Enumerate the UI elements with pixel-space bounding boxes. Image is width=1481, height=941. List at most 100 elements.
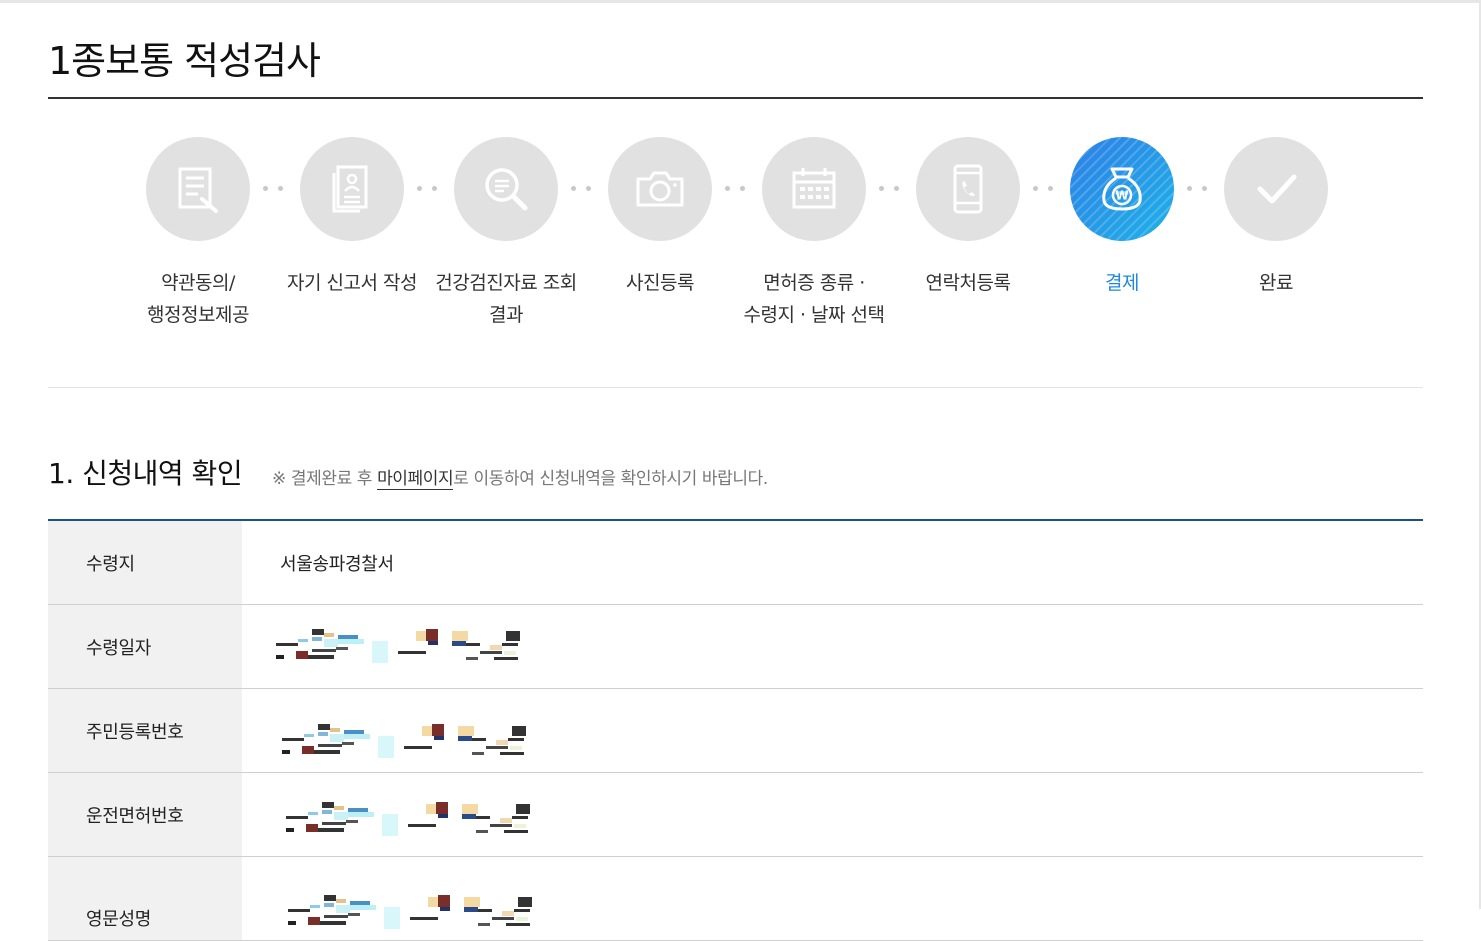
redaction-pixel [510,745,522,750]
step-label-active: 결제 [1105,272,1139,294]
redaction-pixel [346,819,358,823]
redaction-pixel [398,650,426,654]
redaction-pixel [282,749,290,754]
progress-steps: 약관동의/ 행정정보제공 자기 신고서 작성 건강검진자료 조회 결과 사진등록… [121,137,1351,337]
redaction-pixel [324,914,348,918]
redaction-pixel [324,894,336,901]
redaction-pixel [318,743,342,747]
step-label: 건강검진자료 조회 결과 [435,272,577,326]
redaction-pixel [496,739,508,745]
redaction-pixel [348,912,360,916]
redaction-pixel [466,642,480,646]
redaction-pixel [502,910,514,916]
redaction-pixel [312,636,322,641]
redaction-pixel [312,628,324,635]
step-terms: 약관동의/ 행정정보제공 [121,137,275,331]
section-divider [48,387,1423,388]
redaction-pixel [288,920,296,925]
note-prefix: ※ 결제완료 후 [272,469,378,489]
redaction-pixel [426,628,438,641]
redaction-pixel [382,813,398,836]
row-value-pickup-location: 서울송파경찰서 [280,553,394,575]
table-row: 수령일자 [48,605,1423,689]
step-circle [146,137,250,241]
redaction-pixel [338,638,364,644]
step-label: 약관동의/ 행정정보제공 [147,272,249,326]
redaction-pixel [298,638,308,642]
redaction-pixel [464,896,480,907]
redaction-pixel [372,640,388,663]
redaction-pixel [508,737,524,741]
redaction-pixel [324,632,334,637]
row-label-license-number: 운전면허번호 [48,773,242,856]
redaction-pixel [464,906,478,912]
redaction-pixel [308,811,318,815]
redaction-pixel [408,823,436,827]
section-note: ※ 결제완료 후 마이페이지로 이동하여 신청내역을 확인하시기 바랍니다. [272,464,768,490]
row-value-cell [242,773,1423,856]
redaction-pixel [506,630,520,641]
redaction-pixel [452,640,466,646]
redaction-pixel [336,898,346,903]
redaction-pixel [286,815,308,819]
redacted-value [288,894,548,931]
step-circle [454,137,558,241]
mypage-link[interactable]: 마이페이지 [377,469,454,490]
redaction-pixel [348,811,374,817]
step-photo: 사진등록 [583,137,737,299]
check-icon [1257,174,1297,204]
note-suffix: 로 이동하여 신청내역을 확인하시기 바랍니다. [453,469,768,489]
redaction-pixel [296,650,308,659]
table-row: 수령지 서울송파경찰서 [48,521,1423,605]
top-border [0,0,1481,3]
calendar-icon [792,168,836,209]
page-title: 1종보통 적성검사 [48,39,321,83]
redaction-pixel [512,815,528,819]
search-document-icon [485,168,528,211]
redaction-pixel [438,813,448,818]
redaction-pixel [476,815,490,819]
redaction-pixel [286,827,294,832]
table-row: 주민등록번호 [48,689,1423,773]
row-value-cell [242,689,1423,772]
row-label-pickup-location: 수령지 [48,521,242,604]
redaction-pixel [384,906,400,929]
redaction-pixel [320,920,346,925]
redaction-pixel [308,916,320,925]
redaction-pixel [318,827,344,832]
redaction-pixel [436,801,448,814]
redaction-pixel [516,916,528,921]
redaction-pixel [500,751,524,755]
redaction-pixel [500,817,512,823]
phone-icon [953,164,983,214]
title-divider [48,97,1423,99]
redaction-pixel [518,896,532,907]
redaction-pixel [318,731,328,736]
svg-text:₩: ₩ [1115,189,1129,203]
step-label: 사진등록 [626,272,694,294]
step-circle [762,137,866,241]
redacted-value [286,801,546,838]
camera-icon [636,171,684,207]
redaction-pixel [324,902,334,907]
redaction-pixel [458,735,472,741]
section-title: 1. 신청내역 확인 [48,457,243,490]
redaction-pixel [462,803,478,814]
application-details-table: 수령지 서울송파경찰서 수령일자 주민등록번호 운전면허번호 영문성명 [48,519,1423,941]
redaction-pixel [318,723,330,730]
step-circle [1224,137,1328,241]
step-health-check: 건강검진자료 조회 결과 [429,137,583,331]
redaction-pixel [282,737,304,741]
redaction-pixel [472,737,486,741]
redaction-pixel [310,904,320,908]
redaction-pixel [336,646,348,650]
redaction-pixel [516,803,530,814]
redaction-pixel [312,648,336,652]
row-label-english-name: 영문성명 [48,857,242,940]
table-row: 영문성명 [48,857,1423,941]
redaction-pixel [478,922,490,926]
redaction-pixel [490,644,502,650]
redaction-pixel [466,656,478,660]
step-self-report: 자기 신고서 작성 [275,137,429,299]
redaction-pixel [404,745,432,749]
